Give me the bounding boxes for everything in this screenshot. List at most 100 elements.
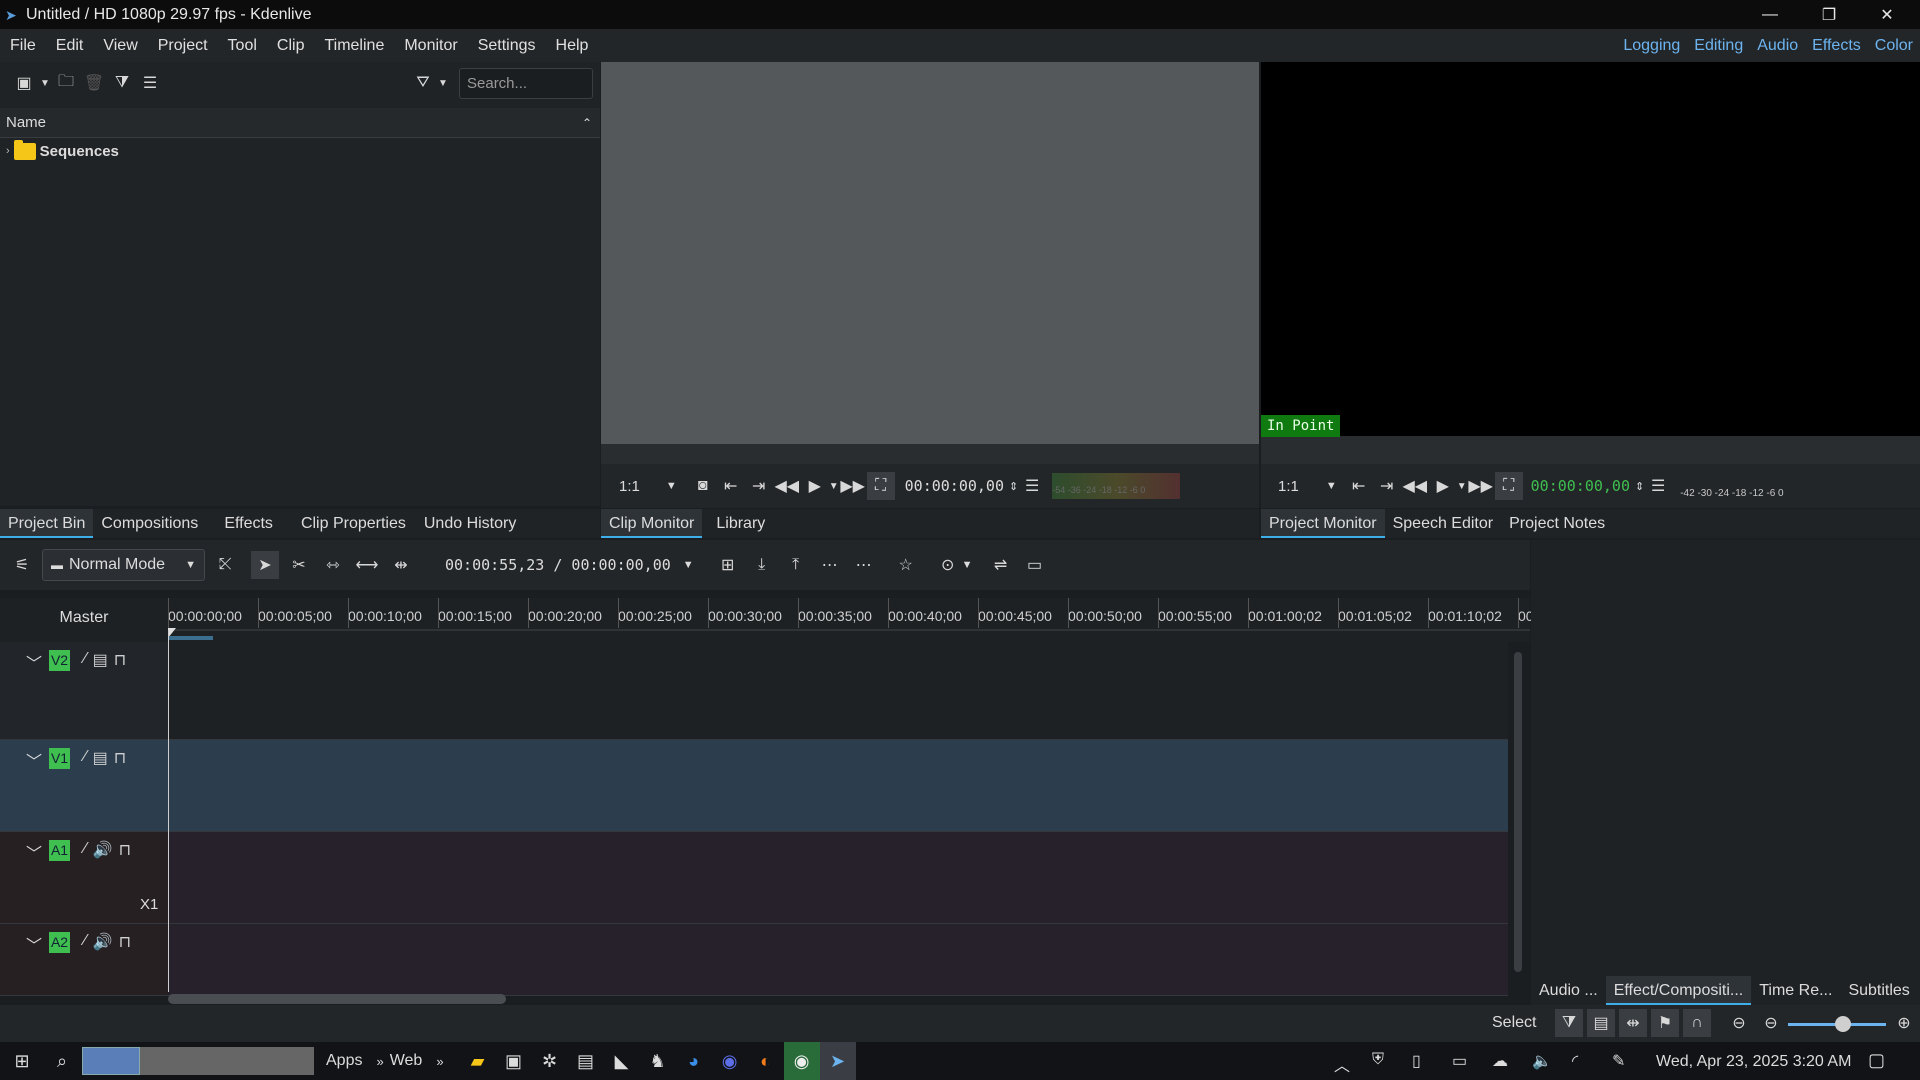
tab-clip-monitor[interactable]: Clip Monitor: [601, 509, 703, 538]
timeline-vscrollbar[interactable]: [1514, 652, 1522, 972]
edge-icon[interactable]: ◕: [676, 1042, 712, 1080]
tag-filter-icon[interactable]: ⧩: [1555, 1009, 1583, 1037]
track-tag-a2[interactable]: A2: [49, 932, 70, 953]
edit-mode-select[interactable]: ▬ Normal Mode ▼: [42, 549, 205, 581]
ripple-toggle-icon[interactable]: ⤪: [211, 551, 239, 579]
expand-arrow-icon[interactable]: ›: [6, 145, 10, 157]
timeline-position[interactable]: 00:00:55,23 / 00:00:00,00: [445, 556, 671, 574]
sort-chevron-icon[interactable]: ⌃: [582, 108, 592, 138]
chrome-active-icon[interactable]: ◉: [783, 1042, 820, 1080]
favorite-icon[interactable]: ☆: [892, 551, 920, 579]
settings-app-icon[interactable]: ✲: [532, 1042, 568, 1080]
tag-icon[interactable]: ⧩: [108, 69, 136, 97]
tab-undo-history[interactable]: Undo History: [416, 509, 524, 538]
overwrite-icon[interactable]: ⤓: [748, 551, 776, 579]
menu-clip[interactable]: Clip: [267, 29, 315, 62]
subtitle-icon[interactable]: ▭: [1021, 551, 1049, 579]
tab-project-notes[interactable]: Project Notes: [1501, 509, 1613, 538]
track-header-v1[interactable]: ﹀ V1 ⁄ ▤ ⊓: [0, 740, 168, 832]
menu-settings[interactable]: Settings: [468, 29, 546, 62]
clip-zone-icon[interactable]: ◙: [689, 472, 717, 500]
razor-tool-icon[interactable]: ✂: [285, 551, 313, 579]
lock-icon[interactable]: ⊓: [114, 650, 126, 670]
tab-project-monitor[interactable]: Project Monitor: [1261, 509, 1385, 538]
filter-icon[interactable]: ⛛: [409, 69, 437, 97]
clip-zoom-value[interactable]: 1:1: [619, 478, 640, 495]
web-chevron-icon[interactable]: »: [436, 1054, 443, 1069]
extract-icon[interactable]: ⋯: [816, 551, 844, 579]
tab-clip-properties[interactable]: Clip Properties: [291, 509, 416, 538]
editor-icon[interactable]: ◣: [604, 1042, 640, 1080]
zoom-out-icon[interactable]: ⊖: [1725, 1009, 1753, 1037]
desktop-4[interactable]: [256, 1047, 314, 1075]
project-zoom-value[interactable]: 1:1: [1278, 478, 1299, 495]
timecode-spinner-icon[interactable]: ⇕: [1009, 480, 1018, 493]
tab-speech-editor[interactable]: Speech Editor: [1385, 509, 1502, 538]
search-icon[interactable]: ⌕: [44, 1042, 80, 1080]
layout-editing[interactable]: Editing: [1687, 29, 1750, 62]
onedrive-icon[interactable]: ☁: [1492, 1051, 1508, 1071]
tray-chevron-icon[interactable]: ︿: [1334, 1052, 1350, 1076]
slip-tool-icon[interactable]: ⇹: [387, 551, 415, 579]
fullscreen-icon[interactable]: ⛶: [866, 472, 895, 500]
layout-effects[interactable]: Effects: [1805, 29, 1868, 62]
select-tool-icon[interactable]: ➤: [251, 551, 279, 579]
bin-column-header[interactable]: Name ⌃: [0, 108, 600, 138]
project-menu-icon[interactable]: ☰: [1644, 472, 1672, 500]
audio-thumbs-icon[interactable]: ⇹: [1619, 1009, 1647, 1037]
set-in-icon[interactable]: ⇤: [717, 472, 745, 500]
project-play-icon[interactable]: ▶: [1429, 472, 1457, 500]
menu-edit[interactable]: Edit: [46, 29, 94, 62]
apps-label[interactable]: Apps: [326, 1052, 362, 1070]
timeline-hscrollbar[interactable]: [168, 994, 506, 1004]
film-icon[interactable]: ▤: [93, 650, 108, 670]
chevron-down-icon[interactable]: ▼: [38, 69, 52, 97]
close-button[interactable]: ✕: [1858, 0, 1916, 29]
remove-space-icon[interactable]: ⋯: [850, 551, 878, 579]
menu-monitor[interactable]: Monitor: [394, 29, 467, 62]
tab-audio-mixer[interactable]: Audio ...: [1531, 976, 1606, 1005]
track-tag-a1[interactable]: A1: [49, 840, 70, 861]
track-lane-v2[interactable]: [168, 642, 1508, 740]
add-clip-icon[interactable]: ▣: [10, 69, 38, 97]
effects-wand-icon[interactable]: ⁄: [84, 748, 87, 768]
clock[interactable]: Wed, Apr 23, 2025 3:20 AM: [1656, 1053, 1851, 1071]
zoom-in-icon[interactable]: ⊕: [1890, 1009, 1918, 1037]
position-chevron-icon[interactable]: ▼: [683, 559, 694, 571]
layout-color[interactable]: Color: [1868, 29, 1920, 62]
firefox-icon[interactable]: ◐: [748, 1042, 784, 1080]
lock-icon[interactable]: ⊓: [119, 840, 131, 860]
project-rewind-icon[interactable]: ◀◀: [1401, 472, 1429, 500]
track-lane-a2[interactable]: [168, 924, 1508, 996]
tab-effects[interactable]: Effects: [206, 509, 291, 538]
web-label[interactable]: Web: [390, 1052, 423, 1070]
effects-wand-icon[interactable]: ⁄: [84, 932, 87, 952]
project-forward-icon[interactable]: ▶▶: [1467, 472, 1495, 500]
clip-timecode[interactable]: 00:00:00,00: [905, 477, 1004, 495]
tab-compositions[interactable]: Compositions: [93, 509, 206, 538]
clipboard-icon[interactable]: ▯: [1412, 1051, 1421, 1071]
tab-time-remap[interactable]: Time Re...: [1751, 976, 1840, 1005]
mixer-icon[interactable]: ⇌: [987, 551, 1015, 579]
collapse-chevron-icon[interactable]: ﹀: [26, 932, 42, 956]
track-tag-v2[interactable]: V2: [49, 650, 70, 671]
forward-icon[interactable]: ▶▶: [839, 472, 867, 500]
notification-icon[interactable]: ▢: [1868, 1050, 1885, 1071]
track-lane-v1[interactable]: [168, 740, 1508, 832]
ripple-tool-icon[interactable]: ⟷: [353, 551, 381, 579]
collapse-chevron-icon[interactable]: ﹀: [26, 748, 42, 772]
speaker-icon[interactable]: 🔊: [93, 840, 113, 860]
track-header-v2[interactable]: ﹀ V2 ⁄ ▤ ⊓: [0, 642, 168, 740]
collapse-chevron-icon[interactable]: ﹀: [26, 840, 42, 864]
zoom-minus-icon[interactable]: ⊖: [1757, 1009, 1785, 1037]
tab-project-bin[interactable]: Project Bin: [0, 509, 94, 538]
insert-zone-icon[interactable]: ⊞: [714, 551, 742, 579]
clip-monitor-view[interactable]: [601, 62, 1259, 444]
track-header-a2[interactable]: ﹀ A2 ⁄ 🔊 ⊓: [0, 924, 168, 996]
tab-subtitles[interactable]: Subtitles: [1840, 976, 1917, 1005]
zoom-slider-handle[interactable]: [1835, 1016, 1851, 1032]
thumbnail-icon[interactable]: ▤: [1587, 1009, 1615, 1037]
lock-icon[interactable]: ⊓: [119, 932, 131, 952]
master-label[interactable]: Master: [0, 598, 168, 642]
delete-icon[interactable]: 🗑: [80, 69, 108, 97]
